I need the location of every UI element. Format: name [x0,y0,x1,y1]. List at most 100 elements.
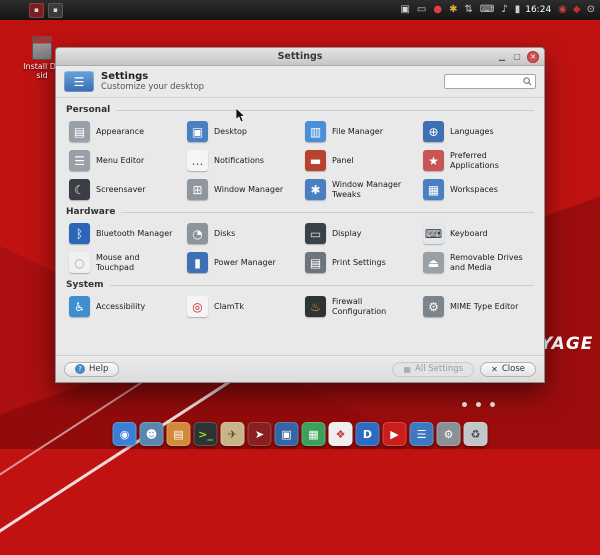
settings-item-icon: ▣ [187,121,208,142]
keyring-icon[interactable]: ✱ [449,5,457,15]
settings-item[interactable]: ▦ Workspaces [420,176,534,203]
dock-youtube[interactable]: ▶ [383,422,407,446]
settings-item[interactable]: ▭ Display [302,220,416,247]
settings-item[interactable]: ★ Preferred Applications [420,147,534,174]
settings-item[interactable]: … Notifications [184,147,298,174]
help-button[interactable]: ? Help [64,362,119,377]
section-rule [110,285,535,286]
settings-item[interactable]: ▮ Power Manager [184,249,298,276]
grid-hardware: ᛒ Bluetooth Manager ◔ Disks ▭ Display ⌨ … [66,220,534,276]
close-button[interactable]: ✕ [527,51,539,63]
header-text: Settings Customize your desktop [101,71,204,92]
system-tray: ▣ ▭ ● ✱ ⇅ ⌨ ♪ ▮ [400,5,520,15]
settings-item-label: Preferred Applications [450,151,531,169]
settings-item-label: Window Manager [214,185,283,194]
settings-item-icon: ⏏ [423,252,444,273]
settings-item-icon: ▥ [305,121,326,142]
dock-maps[interactable]: ✈ [221,422,245,446]
header-subtitle: Customize your desktop [101,82,204,92]
battery-icon[interactable]: ▮ [515,5,521,15]
dock-office[interactable]: ❖ [329,422,353,446]
settings-item-label: Disks [214,229,235,238]
settings-item[interactable]: ◎ ClamTk [184,293,298,320]
settings-item-icon: ◔ [187,223,208,244]
settings-item-icon: ☰ [69,150,90,171]
dock: ◉ ☻ ▤ >_ ✈ ➤ ▣ ▦ ❖ D ▶ ☰ ⚙ ♻ [113,422,488,446]
dock-packages[interactable]: ⚙ [437,422,461,446]
close-window-button[interactable]: ✕ Close [480,362,536,377]
dock-gallery[interactable]: ▤ [167,422,191,446]
dock-files[interactable]: ▣ [275,422,299,446]
settings-item-label: MIME Type Editor [450,302,518,311]
settings-item-icon: ▤ [69,121,90,142]
settings-item-label: Power Manager [214,258,276,267]
settings-item[interactable]: ⊞ Window Manager [184,176,298,203]
settings-item[interactable]: ᛒ Bluetooth Manager [66,220,180,247]
dock-contacts[interactable]: ☻ [140,422,164,446]
settings-item-icon: ᛒ [69,223,90,244]
taskbar-window-2[interactable]: ▪ [48,3,63,18]
settings-item[interactable]: ○ Mouse and Touchpad [66,249,180,276]
input-method-icon[interactable]: ⌨ [480,5,494,15]
search-input[interactable] [448,76,523,87]
all-settings-button[interactable]: ▦ All Settings [392,362,474,377]
settings-item-label: Notifications [214,156,264,165]
section-head-personal: Personal [66,105,534,115]
settings-item-icon: ▤ [305,252,326,273]
network-icon[interactable]: ⇅ [465,5,473,15]
settings-item-label: Print Settings [332,258,386,267]
titlebar[interactable]: Settings ▁ ▢ ✕ [56,48,544,66]
section-head-system: System [66,280,534,290]
settings-item[interactable]: ☾ Screensaver [66,176,180,203]
settings-item-icon: ▦ [423,179,444,200]
footer-right: ▦ All Settings ✕ Close [392,362,536,377]
header-title: Settings [101,71,204,82]
search-box[interactable] [444,74,536,89]
dock-terminal[interactable]: >_ [194,422,218,446]
dock-tasks[interactable]: ▦ [302,422,326,446]
dock-d-app[interactable]: D [356,422,380,446]
top-panel: ▪ ▪ ▣ ▭ ● ✱ ⇅ ⌨ ♪ ▮ 16:24 ◉ ◆ ⊙ [0,0,600,20]
session-icon[interactable]: ◉ [558,5,567,15]
settings-item[interactable]: ♿ Accessibility [66,293,180,320]
taskbar-window-1[interactable]: ▪ [29,3,44,18]
shutdown-icon[interactable]: ⊙ [587,5,595,15]
dock-settings[interactable]: ☰ [410,422,434,446]
close-button-label: Close [502,364,525,374]
settings-item[interactable]: ♨ Firewall Configuration [302,293,416,320]
settings-item-icon: ▭ [305,223,326,244]
wallpaper-text: YAGE [540,334,593,354]
clipboard-icon[interactable]: ▣ [400,5,409,15]
settings-item[interactable]: ⊕ Languages [420,118,534,145]
displays-icon[interactable]: ▭ [417,5,426,15]
settings-item[interactable]: ⌨ Keyboard [420,220,534,247]
clock[interactable]: 16:24 [525,5,551,15]
settings-item[interactable]: ▬ Panel [302,147,416,174]
dock-browser[interactable]: ◉ [113,422,137,446]
grid-personal: ▤ Appearance ▣ Desktop ▥ File Manager ⊕ … [66,118,534,203]
updates-icon[interactable]: ● [433,5,442,15]
volume-icon[interactable]: ♪ [501,5,507,15]
settings-item[interactable]: ◔ Disks [184,220,298,247]
section-title: Hardware [66,207,115,217]
settings-item[interactable]: ⚙ MIME Type Editor [420,293,534,320]
wallpaper-dot [462,402,467,407]
settings-item-icon: ♨ [305,296,326,317]
distro-icon[interactable]: ◆ [573,5,581,15]
settings-item[interactable]: ⏏ Removable Drives and Media [420,249,534,276]
wallpaper-dot [490,402,495,407]
settings-item[interactable]: ▤ Appearance [66,118,180,145]
session-tray: ◉ ◆ ⊙ [558,5,595,15]
dock-launcher[interactable]: ➤ [248,422,272,446]
maximize-button[interactable]: ▢ [512,53,522,61]
settings-item-label: Menu Editor [96,156,144,165]
settings-item[interactable]: ☰ Menu Editor [66,147,180,174]
settings-item-label: Bluetooth Manager [96,229,172,238]
settings-item-label: Panel [332,156,354,165]
minimize-button[interactable]: ▁ [497,53,507,61]
settings-item[interactable]: ▤ Print Settings [302,249,416,276]
settings-item-icon: ○ [69,252,90,273]
settings-item[interactable]: ▥ File Manager [302,118,416,145]
settings-item[interactable]: ✱ Window Manager Tweaks [302,176,416,203]
dock-trash[interactable]: ♻ [464,422,488,446]
